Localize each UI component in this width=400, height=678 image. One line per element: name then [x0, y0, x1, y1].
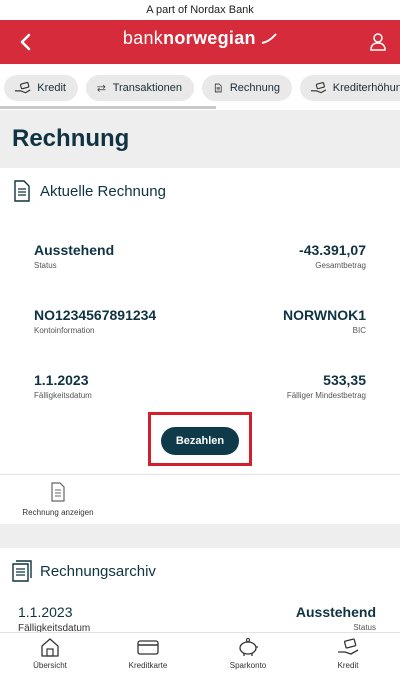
tab-krediterhoehung[interactable]: Krediterhöhung — [300, 75, 400, 101]
hand-card-icon — [338, 638, 359, 655]
arrows-icon — [97, 84, 106, 92]
bill-status: Ausstehend Status — [34, 242, 114, 270]
archive-due-value: 1.1.2023 — [18, 604, 73, 620]
tab-transaktionen[interactable]: Transaktionen — [86, 75, 194, 101]
archive-status-value: Ausstehend — [295, 604, 376, 620]
view-bill-label: Rechnung anzeigen — [22, 508, 94, 517]
piggy-bank-icon — [239, 637, 258, 656]
nav-label: Kredit — [337, 661, 359, 670]
bill-total-value: -43.391,07 — [299, 242, 366, 258]
bill-due-value: 1.1.2023 — [34, 372, 89, 388]
bank-logo: banknorwegian — [0, 28, 400, 49]
bottom-navigation: Übersicht Kreditkarte Sparkonto Kredit — [0, 632, 400, 678]
page-title: Rechnung — [12, 125, 130, 152]
tab-label: Krediterhöhung — [332, 82, 400, 94]
bill-status-label: Status — [34, 261, 57, 270]
bill-min-value: 533,35 — [323, 372, 366, 388]
view-bill-link[interactable]: Rechnung anzeigen — [18, 482, 98, 517]
bill-account-label: Kontoinformation — [34, 326, 95, 335]
parent-company-banner: A part of Nordax Bank — [0, 0, 400, 20]
archive-status-label: Status — [353, 623, 376, 632]
tab-rechnung[interactable]: Rechnung — [202, 75, 292, 101]
nav-sparkonto[interactable]: Sparkonto — [208, 637, 288, 670]
bill-min-label: Fälliger Mindestbetrag — [286, 391, 366, 400]
document-icon — [14, 180, 30, 202]
pay-button-highlight: Bezahlen — [148, 412, 252, 466]
hand-card-icon — [310, 82, 327, 94]
current-bill-header: Aktuelle Rechnung — [12, 180, 166, 202]
user-profile-icon[interactable] — [368, 32, 388, 52]
credit-card-icon — [137, 640, 159, 655]
bill-due-date: 1.1.2023 Fälligkeitsdatum — [34, 372, 92, 400]
archive-title: Rechnungsarchiv — [40, 562, 156, 580]
bill-account-value: NO1234567891234 — [34, 307, 157, 323]
tab-label: Rechnung — [229, 82, 280, 94]
archive-due-date: 1.1.2023 Fälligkeitsdatum — [18, 604, 90, 634]
tab-kredit[interactable]: Kredit — [4, 75, 78, 101]
nav-uebersicht[interactable]: Übersicht — [10, 637, 90, 670]
current-bill-card: Aktuelle Rechnung Ausstehend Status -43.… — [0, 168, 400, 524]
tab-label: Kredit — [37, 82, 66, 94]
logo-text-light: bank — [122, 28, 164, 48]
hand-card-icon — [14, 81, 31, 94]
bill-due-label: Fälligkeitsdatum — [34, 391, 92, 400]
archive-document-icon — [12, 560, 32, 582]
nav-label: Sparkonto — [229, 661, 267, 670]
document-icon — [51, 482, 65, 502]
bill-archive-card: Rechnungsarchiv 1.1.2023 Fälligkeitsdatu… — [0, 548, 400, 638]
archive-header: Rechnungsarchiv — [12, 560, 156, 582]
nav-kreditkarte[interactable]: Kreditkarte — [108, 637, 188, 670]
bill-bic-label: BIC — [352, 326, 366, 335]
nav-label: Übersicht — [33, 661, 67, 670]
bill-min-amount: 533,35 Fälliger Mindestbetrag — [287, 372, 366, 400]
tab-scroll-indicator — [0, 106, 216, 109]
tab-bar: Kredit Transaktionen Rechnung Krediterhö… — [0, 64, 400, 110]
logo-swoosh-icon — [261, 33, 277, 45]
archive-status: Ausstehend Status — [296, 604, 376, 632]
pay-button[interactable]: Bezahlen — [161, 427, 239, 455]
bill-total: -43.391,07 Gesamtbetrag — [299, 242, 366, 270]
nav-label: Kreditkarte — [128, 661, 168, 670]
bill-status-value: Ausstehend — [34, 242, 115, 258]
bill-account: NO1234567891234 Kontoinformation — [34, 307, 156, 335]
current-bill-title: Aktuelle Rechnung — [40, 182, 166, 200]
divider — [0, 474, 400, 475]
logo-text-bold: norwegian — [163, 28, 256, 48]
bill-bic: NORWNOK1 BIC — [283, 307, 366, 335]
app-header: banknorwegian — [0, 20, 400, 64]
document-icon — [214, 83, 222, 93]
nav-kredit[interactable]: Kredit — [308, 637, 388, 670]
bill-total-label: Gesamtbetrag — [315, 261, 366, 270]
bill-bic-value: NORWNOK1 — [283, 307, 366, 323]
home-icon — [41, 638, 59, 657]
tab-label: Transaktionen — [112, 82, 182, 94]
